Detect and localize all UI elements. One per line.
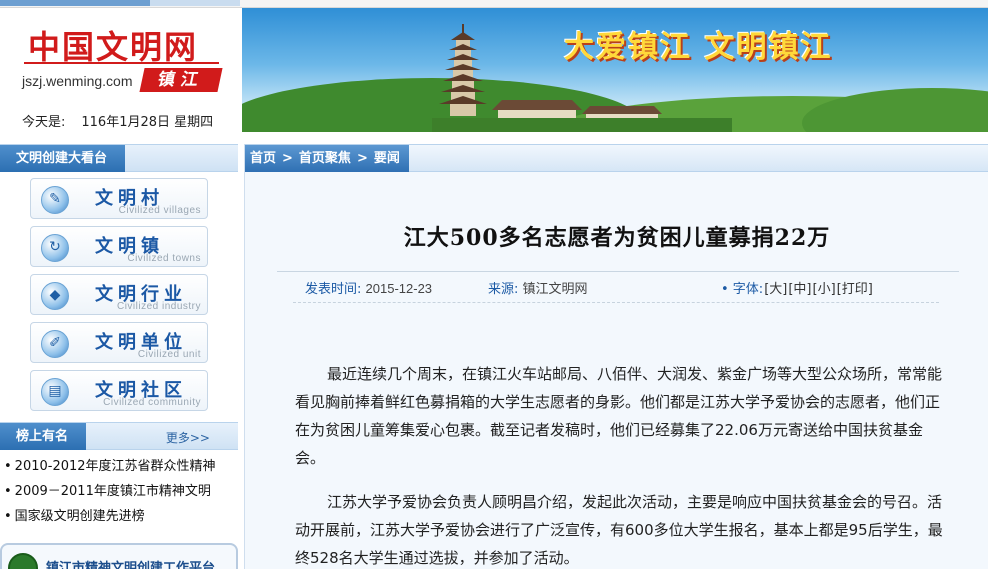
sidebar-section-title: 文明创建大看台 (0, 145, 126, 172)
platform-label: 镇江市精神文明创建工作平台 (46, 561, 216, 569)
font-size-controls: • 字体:[大][中][小][打印] (721, 278, 873, 297)
platform-logo-icon (8, 553, 38, 569)
article-source: 来源: 镇江文明网 (488, 278, 588, 297)
date-value: 2015-12-23 (365, 281, 433, 296)
sidebar-section-header: 文明创建大看台 (0, 144, 238, 172)
font-small-button[interactable]: [小] (813, 282, 836, 297)
breadcrumb-home[interactable]: 首页 (250, 151, 276, 166)
date-label: 发表时间: (305, 282, 362, 297)
nav-civilized-towns[interactable]: ↻ 文明镇 Civilized towns (30, 226, 208, 267)
globe-icon: ↻ (41, 234, 69, 262)
left-sidebar: 文明创建大看台 ✎ 文明村 Civilized villages ↻ 文明镇 C… (0, 144, 238, 569)
article-title: 江大500多名志愿者为贫困儿童募捐22万 (403, 225, 831, 251)
diamond-icon: ◆ (41, 282, 69, 310)
nav-civilized-community[interactable]: ▤ 文明社区 Civilized community (30, 370, 208, 411)
today-date: 今天是: 116年1月28日 星期四 (22, 111, 213, 130)
top-strip-tab (150, 0, 240, 6)
top-strip-tab (0, 0, 150, 6)
main-content: 首页 > 首页聚焦 > 要闻 江大500多名志愿者为贫困儿童募捐22万 发表时间: 20… (244, 144, 988, 569)
breadcrumb: 首页 > 首页聚焦 > 要闻 (245, 144, 988, 172)
publish-date: 发表时间: 2015-12-23 (305, 278, 432, 297)
font-label: • 字体: (721, 282, 764, 297)
folder-icon: ▤ (41, 378, 69, 406)
meta-dashed-divider (293, 302, 939, 303)
site-domain[interactable]: jszj.wenming.com (22, 73, 132, 89)
font-large-button[interactable]: [大] (764, 282, 787, 297)
top-strip (0, 0, 988, 8)
ranking-list: 2010-2012年度江苏省群众性精神 2009－2011年度镇江市精神文明 国… (0, 450, 238, 529)
logo-divider (24, 62, 219, 64)
site-logo-area: 中国文明网 jszj.wenming.com 镇江 今天是: 116年1月28日 … (0, 8, 242, 138)
ranking-item[interactable]: 国家级文明创建先进榜 (4, 504, 238, 529)
nav-civilized-industry[interactable]: ◆ 文明行业 Civilized industry (30, 274, 208, 315)
ranking-item[interactable]: 2009－2011年度镇江市精神文明 (4, 479, 238, 504)
nav-sublabel: Civilized towns (127, 253, 201, 264)
nav-civilized-unit[interactable]: ✐ 文明单位 Civilized unit (30, 322, 208, 363)
font-medium-button[interactable]: [中] (788, 282, 811, 297)
breadcrumb-section[interactable]: 首页聚焦 (299, 151, 351, 166)
banner-hill (802, 88, 988, 132)
breadcrumb-trail: 首页 > 首页聚焦 > 要闻 (245, 145, 409, 172)
article-paragraph: 江苏大学予爱协会负责人顾明昌介绍，发起此次活动，主要是响应中国扶贫基金会的号召。… (295, 493, 943, 567)
document-icon: ✐ (41, 330, 69, 358)
ranking-header: 榜上有名 更多>> (0, 422, 238, 450)
breadcrumb-current[interactable]: 要闻 (374, 151, 400, 166)
banner-slogan: 大爱镇江 文明镇江 (564, 30, 833, 65)
source-value: 镇江文明网 (522, 281, 588, 296)
article-meta: 发表时间: 2015-12-23 来源: 镇江文明网 • 字体:[大][中][小… (305, 278, 945, 298)
nav-sublabel: Civilized unit (137, 349, 201, 360)
nav-sublabel: Civilized community (103, 397, 201, 408)
today-label: 今天是: (22, 115, 66, 130)
print-button[interactable]: [打印] (837, 282, 873, 297)
ranking-more-link[interactable]: 更多>> (166, 429, 210, 446)
broom-icon: ✎ (41, 186, 69, 214)
ranking-title: 榜上有名 (0, 423, 87, 450)
nav-civilized-villages[interactable]: ✎ 文明村 Civilized villages (30, 178, 208, 219)
page: 中国文明网 jszj.wenming.com 镇江 今天是: 116年1月28日 … (0, 0, 988, 569)
breadcrumb-separator: > (356, 151, 368, 166)
ranking-item[interactable]: 2010-2012年度江苏省群众性精神 (4, 454, 238, 479)
city-badge: 镇江 (139, 68, 223, 92)
nav-sublabel: Civilized villages (118, 205, 201, 216)
source-label: 来源: (488, 282, 519, 297)
civilization-nav: ✎ 文明村 Civilized villages ↻ 文明镇 Civilized… (0, 172, 238, 422)
article-paragraph: 最近连续几个周末，在镇江火车站邮局、八佰伴、大润发、紫金广场等大型公众场所，常常… (295, 365, 943, 467)
today-value: 116年1月28日 星期四 (81, 115, 214, 130)
breadcrumb-separator: > (282, 151, 293, 166)
nav-sublabel: Civilized industry (116, 301, 201, 312)
header-banner: 大爱镇江 文明镇江 (242, 8, 988, 132)
platform-link[interactable]: 镇江市精神文明创建工作平台 (0, 543, 238, 569)
meta-divider (277, 271, 959, 272)
